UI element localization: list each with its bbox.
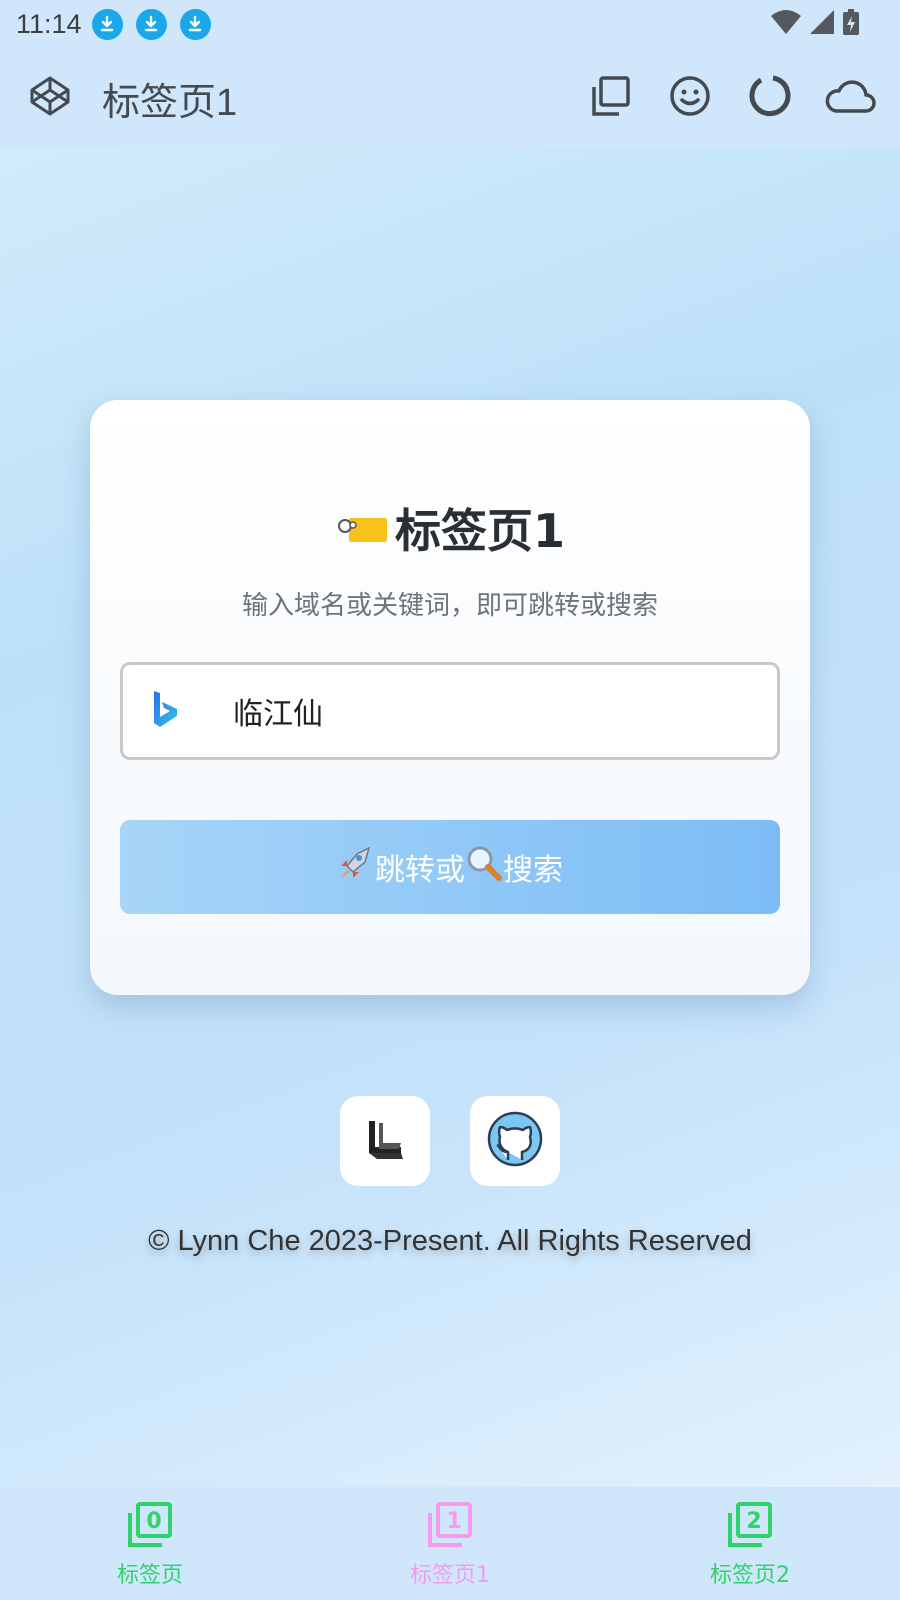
cloud-icon [824, 77, 876, 119]
nav-tab-1-label: 标签页1 [410, 1563, 490, 1588]
codepen-icon[interactable] [28, 74, 72, 122]
card-title-text: 标签页1 [394, 504, 565, 558]
magnifier-icon [465, 844, 503, 890]
card-subtitle: 输入域名或关键词，即可跳转或搜索 [241, 591, 658, 621]
go-button-label-2: 搜索 [503, 854, 563, 887]
emoji-button[interactable] [668, 76, 712, 120]
refresh-button[interactable] [748, 75, 792, 121]
github-link-button[interactable] [470, 1096, 560, 1186]
nav-tab-2[interactable]: 2 标签页2 [600, 1487, 900, 1600]
nav-tab-0-label: 标签页 [116, 1563, 183, 1588]
search-card: 标签页1 输入域名或关键词，即可跳转或搜索 跳转或 搜索 [90, 400, 810, 995]
bottom-nav: 0 标签页 1 标签页1 2 标签页2 [0, 1487, 900, 1600]
cloud-button[interactable] [825, 76, 876, 120]
copy-icon [589, 75, 631, 121]
app-bar: 标签页1 [0, 48, 900, 148]
nav-tab-1[interactable]: 1 标签页1 [300, 1487, 600, 1600]
tab-number-2-icon: 2 [726, 1501, 774, 1553]
wifi-icon [770, 9, 802, 39]
tag-icon [335, 501, 391, 555]
card-title: 标签页1 [90, 495, 810, 561]
search-box[interactable] [120, 662, 780, 760]
smiley-icon [669, 75, 711, 121]
signal-icon [808, 9, 836, 39]
download-icon [179, 8, 211, 40]
search-input[interactable] [233, 693, 733, 729]
download-icon [91, 8, 123, 40]
copyright-text: © Lynn Che 2023-Present. All Rights Rese… [148, 1225, 752, 1257]
lynn-logo-icon [363, 1117, 407, 1165]
rocket-icon [337, 844, 375, 890]
copy-button[interactable] [588, 76, 632, 120]
loading-ring-icon [749, 75, 791, 121]
github-icon [486, 1110, 544, 1172]
link-buttons [340, 1096, 560, 1186]
status-time: 11:14 [16, 8, 82, 39]
battery-charging-icon [842, 8, 860, 40]
nav-tab-2-label: 标签页2 [710, 1563, 790, 1588]
tab-number-0-icon: 0 [126, 1501, 174, 1553]
status-icons [770, 8, 860, 40]
status-bar: 11:14 [0, 0, 900, 48]
go-search-button[interactable]: 跳转或 搜索 [120, 820, 780, 914]
go-button-label-1: 跳转或 [375, 854, 465, 887]
download-icon [135, 8, 167, 40]
bing-icon[interactable] [151, 689, 181, 733]
svg-text:0: 0 [146, 1509, 161, 1534]
lynn-link-button[interactable] [340, 1096, 430, 1186]
svg-text:1: 1 [446, 1509, 461, 1534]
svg-text:2: 2 [746, 1509, 761, 1534]
app-title: 标签页1 [102, 81, 238, 124]
tab-number-1-icon: 1 [426, 1501, 474, 1553]
nav-tab-0[interactable]: 0 标签页 [0, 1487, 300, 1600]
